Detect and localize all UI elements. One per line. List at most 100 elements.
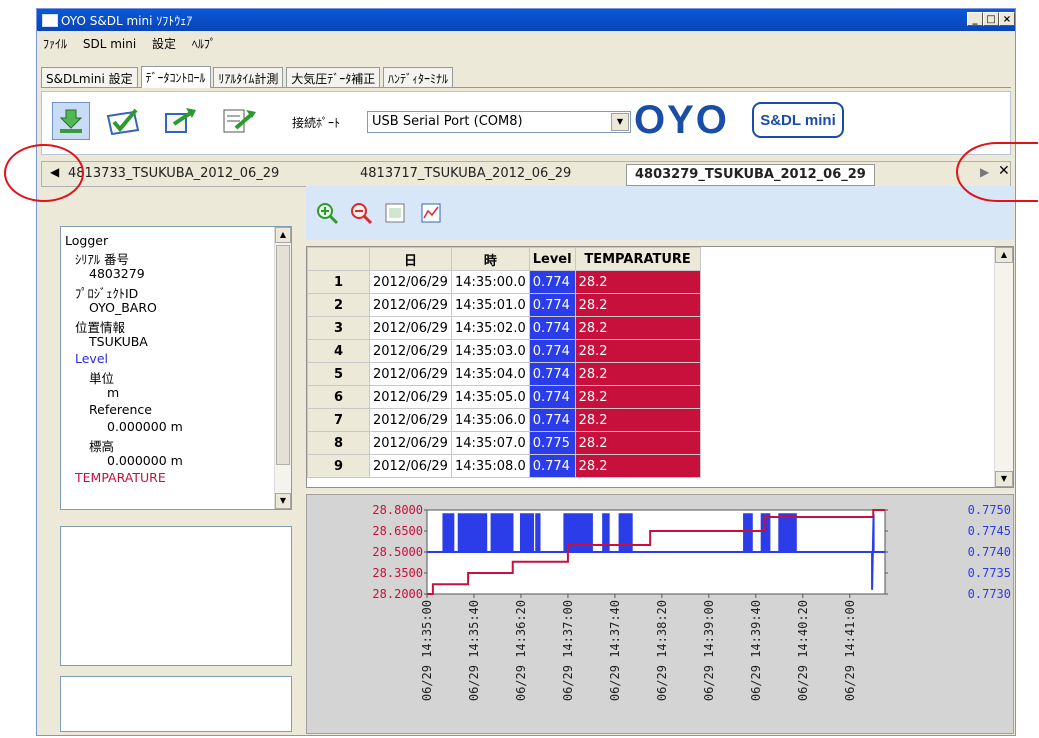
table-row[interactable]: 9 2012/06/29 14:35:08.0 0.774 28.2 — [307, 454, 708, 478]
header-temperature[interactable]: TEMPARATURE — [574, 247, 701, 271]
tree-level-label[interactable]: Level — [75, 351, 108, 366]
download-button[interactable] — [52, 102, 90, 140]
cell-time[interactable]: 14:35:00.0 — [450, 270, 530, 294]
scroll-thumb[interactable] — [276, 245, 290, 465]
menu-help[interactable]: ﾍﾙﾌﾟ — [186, 33, 222, 54]
menu-file[interactable]: ﾌｧｲﾙ — [37, 33, 73, 54]
dropdown-arrow-icon[interactable]: ▼ — [611, 113, 629, 131]
cell-temperature[interactable]: 28.2 — [574, 408, 701, 432]
cell-date[interactable]: 2012/06/29 — [369, 362, 452, 386]
edit-button[interactable] — [220, 102, 258, 140]
cell-time[interactable]: 14:35:01.0 — [450, 293, 530, 317]
tree-temp-label[interactable]: TEMPARATURE — [75, 470, 166, 485]
cell-date[interactable]: 2012/06/29 — [369, 316, 452, 340]
tree-unit-value: m — [107, 385, 120, 400]
cell-temperature[interactable]: 28.2 — [574, 362, 701, 386]
grid-scroll-down-icon[interactable]: ▼ — [995, 471, 1013, 487]
cell-time[interactable]: 14:35:05.0 — [450, 385, 530, 409]
zoom-100-button[interactable] — [382, 200, 408, 226]
cell-temperature[interactable]: 28.2 — [574, 293, 701, 317]
cell-date[interactable]: 2012/06/29 — [369, 293, 452, 317]
row-number[interactable]: 4 — [307, 339, 370, 363]
header-date[interactable]: 日 — [369, 247, 452, 271]
cell-time[interactable]: 14:35:07.0 — [450, 431, 530, 455]
cell-temperature[interactable]: 28.2 — [574, 385, 701, 409]
zoom-in-button[interactable] — [314, 200, 340, 226]
export-button[interactable] — [162, 102, 200, 140]
cell-date[interactable]: 2012/06/29 — [369, 408, 452, 432]
menu-sdlmini[interactable]: SDL mini — [77, 35, 142, 53]
table-row[interactable]: 8 2012/06/29 14:35:07.0 0.775 28.2 — [307, 431, 708, 455]
table-row[interactable]: 3 2012/06/29 14:35:02.0 0.774 28.2 — [307, 316, 708, 340]
cell-time[interactable]: 14:35:03.0 — [450, 339, 530, 363]
table-row[interactable]: 1 2012/06/29 14:35:00.0 0.774 28.2 — [307, 270, 708, 294]
row-number[interactable]: 2 — [307, 293, 370, 317]
cell-time[interactable]: 14:35:04.0 — [450, 362, 530, 386]
port-select[interactable]: USB Serial Port (COM8) ▼ — [367, 111, 631, 133]
cell-level[interactable]: 0.774 — [528, 293, 576, 317]
table-row[interactable]: 2 2012/06/29 14:35:01.0 0.774 28.2 — [307, 293, 708, 317]
row-number[interactable]: 8 — [307, 431, 370, 455]
scroll-up-icon[interactable]: ▲ — [275, 227, 291, 243]
row-number[interactable]: 6 — [307, 385, 370, 409]
file-tab-4813733[interactable]: 4813733_TSUKUBA_2012_06_29 — [68, 164, 279, 184]
cell-temperature[interactable]: 28.2 — [574, 431, 701, 455]
row-number[interactable]: 5 — [307, 362, 370, 386]
cell-temperature[interactable]: 28.2 — [574, 339, 701, 363]
cell-time[interactable]: 14:35:06.0 — [450, 408, 530, 432]
cell-level[interactable]: 0.774 — [528, 316, 576, 340]
table-row[interactable]: 4 2012/06/29 14:35:03.0 0.774 28.2 — [307, 339, 708, 363]
close-button[interactable]: × — [999, 12, 1015, 26]
check-icon — [106, 108, 140, 136]
tab-baro-correction[interactable]: 大気圧ﾃﾞｰﾀ補正 — [286, 67, 381, 87]
tree-reference-label[interactable]: Reference — [89, 402, 152, 417]
tab-sdlmini-settings[interactable]: S&DLmini 設定 — [41, 67, 138, 87]
check-button[interactable] — [104, 102, 142, 140]
header-time[interactable]: 時 — [450, 247, 530, 271]
cell-date[interactable]: 2012/06/29 — [369, 339, 452, 363]
cell-level[interactable]: 0.775 — [528, 431, 576, 455]
row-number[interactable]: 9 — [307, 454, 370, 478]
data-grid[interactable]: 日 時 Level TEMPARATURE 1 2012/06/29 14:35:0… — [306, 246, 1014, 488]
tab-data-control[interactable]: ﾃﾞｰﾀｺﾝﾄﾛｰﾙ — [140, 66, 211, 88]
row-number[interactable]: 7 — [307, 408, 370, 432]
cell-temperature[interactable]: 28.2 — [574, 316, 701, 340]
tree-scrollbar[interactable]: ▲ ▼ — [274, 227, 291, 509]
row-filler — [700, 317, 707, 340]
grid-scrollbar[interactable]: ▲ ▼ — [994, 247, 1013, 487]
table-row[interactable]: 5 2012/06/29 14:35:04.0 0.774 28.2 — [307, 362, 708, 386]
cell-level[interactable]: 0.774 — [528, 339, 576, 363]
cell-date[interactable]: 2012/06/29 — [369, 270, 452, 294]
cell-level[interactable]: 0.774 — [528, 362, 576, 386]
table-row[interactable]: 7 2012/06/29 14:35:06.0 0.774 28.2 — [307, 408, 708, 432]
minimize-button[interactable]: _ — [967, 12, 983, 26]
cell-date[interactable]: 2012/06/29 — [369, 431, 452, 455]
cell-level[interactable]: 0.774 — [528, 454, 576, 478]
cell-date[interactable]: 2012/06/29 — [369, 454, 452, 478]
maximize-button[interactable]: □ — [983, 12, 999, 26]
row-number[interactable]: 3 — [307, 316, 370, 340]
tab-handy-terminal[interactable]: ﾊﾝﾃﾞｨﾀｰﾐﾅﾙ — [383, 67, 454, 87]
header-level[interactable]: Level — [528, 247, 576, 271]
row-number[interactable]: 1 — [307, 270, 370, 294]
properties-tree[interactable]: Logger ｼﾘｱﾙ 番号 4803279 ﾌﾟﾛｼﾞｪｸﾄID OYO_BA… — [60, 226, 292, 510]
table-row[interactable]: 6 2012/06/29 14:35:05.0 0.774 28.2 — [307, 385, 708, 409]
graph-view-button[interactable] — [418, 200, 444, 226]
cell-time[interactable]: 14:35:02.0 — [450, 316, 530, 340]
cell-date[interactable]: 2012/06/29 — [369, 385, 452, 409]
cell-level[interactable]: 0.774 — [528, 408, 576, 432]
cell-temperature[interactable]: 28.2 — [574, 454, 701, 478]
menu-settings[interactable]: 設定 — [146, 33, 182, 54]
file-tab-4803279[interactable]: 4803279_TSUKUBA_2012_06_29 — [626, 164, 875, 186]
cell-time[interactable]: 14:35:08.0 — [450, 454, 530, 478]
grid-scroll-up-icon[interactable]: ▲ — [995, 247, 1013, 263]
scroll-down-icon[interactable]: ▼ — [275, 493, 291, 509]
zoom-out-icon — [351, 203, 373, 225]
cell-level[interactable]: 0.774 — [528, 385, 576, 409]
tab-realtime[interactable]: ﾘｱﾙﾀｲﾑ計測 — [213, 67, 284, 87]
file-tab-4813717[interactable]: 4813717_TSUKUBA_2012_06_29 — [360, 164, 571, 184]
cell-temperature[interactable]: 28.2 — [574, 270, 701, 294]
zoom-out-button[interactable] — [348, 200, 374, 226]
cell-level[interactable]: 0.774 — [528, 270, 576, 294]
tree-root[interactable]: Logger — [65, 233, 108, 248]
